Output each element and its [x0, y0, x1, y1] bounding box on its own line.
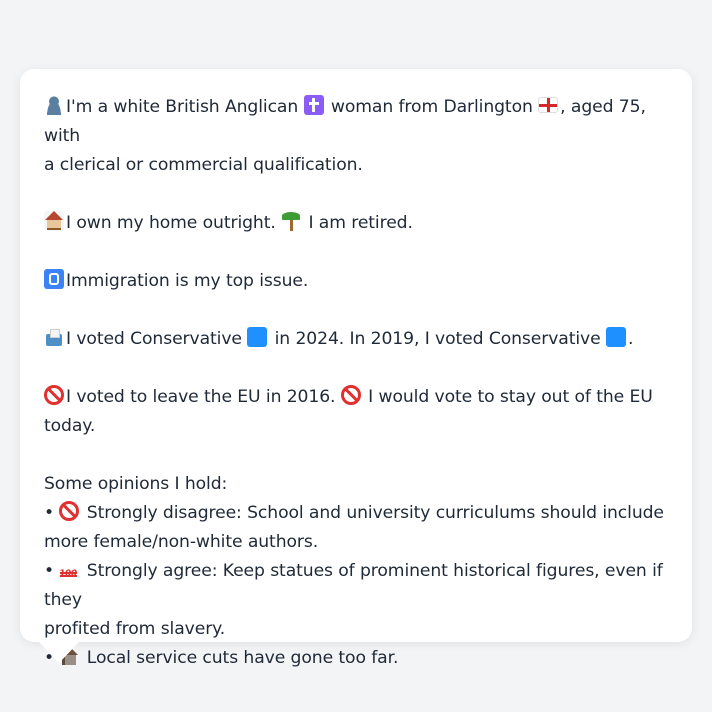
opinions-paragraph: Some opinions I hold: • Strongly disagre… — [44, 470, 668, 673]
issue-paragraph: Immigration is my top issue. — [44, 267, 668, 296]
identity-text-2: woman from Darlington — [325, 97, 539, 117]
hundred-points-icon — [59, 559, 79, 579]
blue-square-icon — [605, 327, 626, 347]
opinion-text: Local service cuts have gone too far. — [81, 648, 399, 668]
identity-text-4: a clerical or commercial qualification. — [44, 155, 363, 175]
opinion-text: Strongly agree: Keep statues of prominen… — [44, 561, 663, 610]
eu-text: I voted to leave the EU in 2016. — [66, 387, 341, 407]
vote-paragraph: I voted Conservative in 2024. In 2019, I… — [44, 325, 668, 354]
opinion-text-cont: more female/non-white authors. — [44, 532, 319, 552]
blue-square-icon — [247, 327, 268, 347]
housing-paragraph: I own my home outright. I am retired. — [44, 209, 668, 238]
identity-paragraph: I'm a white British Anglican woman from … — [44, 93, 668, 180]
vote-text-3: . — [627, 329, 634, 349]
latin-cross-icon — [303, 95, 324, 115]
ballot-box-icon — [44, 327, 64, 347]
bubble-tail — [38, 641, 80, 663]
opinions-heading: Some opinions I hold: — [44, 474, 228, 494]
bullet: • — [44, 561, 60, 581]
prohibited-icon — [44, 385, 64, 405]
vote-text-2: in 2024. In 2019, I voted Conservative — [269, 329, 606, 349]
issue-text: Immigration is my top issue. — [66, 271, 309, 291]
opinion-text-cont: profited from slavery. — [44, 619, 226, 639]
bullet: • — [44, 503, 60, 523]
eu-text-3: today. — [44, 416, 96, 436]
passport-control-icon — [44, 269, 64, 289]
opinion-text: Strongly disagree: School and university… — [81, 503, 664, 523]
prohibited-icon — [340, 385, 361, 405]
palm-tree-icon — [281, 211, 301, 231]
housing-text: I own my home outright. — [66, 213, 282, 233]
vote-text: I voted Conservative — [66, 329, 248, 349]
opinion-item: • Local service cuts have gone too far. — [44, 644, 668, 673]
opinion-item: • Strongly agree: Keep statues of promin… — [44, 557, 668, 615]
message-bubble: I'm a white British Anglican woman from … — [20, 69, 692, 668]
england-flag-icon — [538, 97, 559, 113]
eu-paragraph: I voted to leave the EU in 2016. I would… — [44, 383, 668, 441]
house-icon — [44, 211, 64, 231]
bust-in-silhouette-icon — [44, 95, 64, 115]
identity-text: I'm a white British Anglican — [66, 97, 304, 117]
eu-text-2: I would vote to stay out of the EU — [362, 387, 653, 407]
prohibited-icon — [59, 501, 80, 521]
retired-text: I am retired. — [303, 213, 413, 233]
opinion-item: • Strongly disagree: School and universi… — [44, 499, 668, 528]
